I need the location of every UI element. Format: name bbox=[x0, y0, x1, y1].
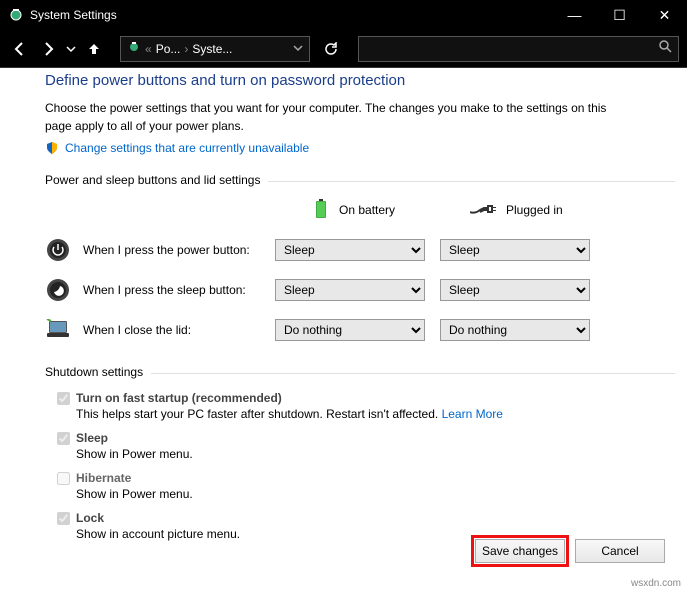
search-icon[interactable] bbox=[658, 39, 672, 58]
power-buttons-section: Power and sleep buttons and lid settings… bbox=[45, 173, 675, 343]
power-battery-select[interactable]: Sleep bbox=[275, 239, 425, 261]
sleep-button-row: When I press the sleep button: Sleep Sle… bbox=[45, 277, 675, 303]
battery-icon bbox=[315, 199, 331, 221]
sleep-plugged-select[interactable]: Sleep bbox=[440, 279, 590, 301]
column-headers: On battery Plugged in bbox=[45, 199, 675, 221]
intro-text: Choose the power settings that you want … bbox=[45, 99, 635, 135]
address-bar[interactable]: « Po... › Syste... bbox=[120, 36, 310, 62]
title-bar: System Settings — ☐ ✕ bbox=[0, 0, 687, 30]
back-button[interactable] bbox=[8, 37, 32, 61]
search-box[interactable] bbox=[358, 36, 679, 62]
page-title: Define power buttons and turn on passwor… bbox=[45, 72, 675, 89]
power-icon bbox=[45, 237, 71, 263]
sleep-checkbox[interactable] bbox=[57, 432, 70, 445]
power-button-row: When I press the power button: Sleep Sle… bbox=[45, 237, 675, 263]
window-title: System Settings bbox=[30, 8, 117, 22]
crumb-sep: › bbox=[184, 42, 188, 56]
lid-battery-select[interactable]: Do nothing bbox=[275, 319, 425, 341]
minimize-button[interactable]: — bbox=[552, 0, 597, 30]
crumb-sep: « bbox=[145, 42, 152, 56]
change-settings-link-row: Change settings that are currently unava… bbox=[45, 141, 675, 155]
change-settings-link[interactable]: Change settings that are currently unava… bbox=[65, 141, 309, 155]
footer-buttons: Save changes Cancel bbox=[475, 539, 665, 563]
fast-startup-checkbox[interactable] bbox=[57, 392, 70, 405]
recent-button[interactable] bbox=[64, 37, 78, 61]
app-icon bbox=[8, 7, 24, 23]
watermark: wsxdn.com bbox=[631, 578, 681, 589]
plug-icon bbox=[470, 202, 498, 218]
nav-bar: « Po... › Syste... bbox=[0, 30, 687, 68]
sleep-icon bbox=[45, 277, 71, 303]
lock-checkbox[interactable] bbox=[57, 512, 70, 525]
forward-button[interactable] bbox=[36, 37, 60, 61]
sleep-battery-select[interactable]: Sleep bbox=[275, 279, 425, 301]
chevron-down-icon[interactable] bbox=[293, 42, 303, 56]
breadcrumb-item[interactable]: Syste... bbox=[192, 42, 232, 56]
cancel-button[interactable]: Cancel bbox=[575, 539, 665, 563]
shield-icon bbox=[45, 141, 59, 155]
row-label: When I press the sleep button: bbox=[83, 283, 275, 297]
power-plugged-select[interactable]: Sleep bbox=[440, 239, 590, 261]
hibernate-checkbox[interactable] bbox=[57, 472, 70, 485]
on-battery-header: On battery bbox=[275, 199, 440, 221]
hibernate-item: Hibernate Show in Power menu. bbox=[57, 471, 675, 503]
laptop-icon bbox=[45, 317, 71, 343]
lid-plugged-select[interactable]: Do nothing bbox=[440, 319, 590, 341]
section-header: Power and sleep buttons and lid settings bbox=[45, 173, 260, 189]
maximize-button[interactable]: ☐ bbox=[597, 0, 642, 30]
sleep-item: Sleep Show in Power menu. bbox=[57, 431, 675, 463]
close-button[interactable]: ✕ bbox=[642, 0, 687, 30]
content-area: Define power buttons and turn on passwor… bbox=[45, 72, 675, 551]
up-button[interactable] bbox=[82, 37, 106, 61]
row-label: When I close the lid: bbox=[83, 323, 275, 337]
plugged-in-header: Plugged in bbox=[440, 202, 605, 218]
row-label: When I press the power button: bbox=[83, 243, 275, 257]
search-input[interactable] bbox=[365, 42, 658, 56]
lid-row: When I close the lid: Do nothing Do noth… bbox=[45, 317, 675, 343]
fast-startup-item: Turn on fast startup (recommended) This … bbox=[57, 391, 675, 423]
breadcrumb-item[interactable]: Po... bbox=[156, 42, 181, 56]
learn-more-link[interactable]: Learn More bbox=[442, 407, 503, 421]
refresh-button[interactable] bbox=[318, 36, 344, 62]
shutdown-section: Shutdown settings Turn on fast startup (… bbox=[45, 365, 675, 543]
save-button[interactable]: Save changes bbox=[475, 539, 565, 563]
address-icon bbox=[127, 40, 141, 57]
section-header: Shutdown settings bbox=[45, 365, 143, 381]
